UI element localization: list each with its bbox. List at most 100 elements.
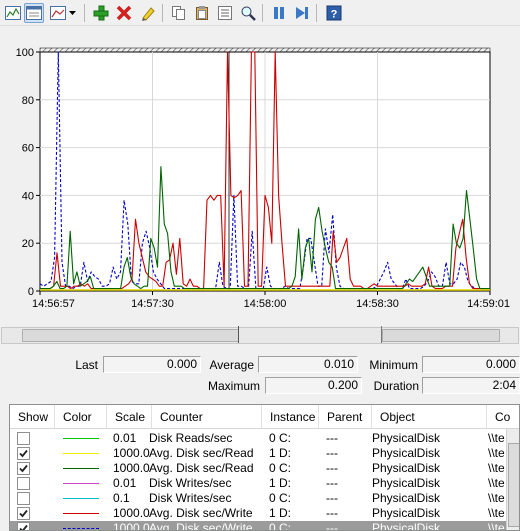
counter-list-header: Show Color Scale Counter Instance Parent… [10, 405, 519, 429]
zoom-icon [241, 6, 256, 21]
column-scale[interactable]: Scale [107, 405, 152, 429]
average-label: Average [209, 358, 254, 372]
help-button[interactable]: ? [324, 3, 344, 23]
checkmark-icon [19, 449, 28, 458]
time-range-scrollbar[interactable] [1, 326, 519, 344]
scale-cell: 0.01 [113, 476, 137, 490]
object-cell: PhysicalDisk [372, 506, 441, 520]
counter-row[interactable]: 1000.0 Avg. Disk sec/Write 1 D: --- Physical… [10, 506, 519, 521]
y-tick-label: 80 [22, 95, 34, 107]
properties-button[interactable] [215, 3, 235, 23]
x-tick-label: 14:58:00 [244, 298, 287, 310]
object-cell: PhysicalDisk [372, 521, 441, 531]
counter-list-scrollbar[interactable] [506, 429, 519, 530]
svg-text:?: ? [331, 9, 338, 21]
chevron-down-icon [68, 11, 76, 15]
scale-cell: 0.1 [113, 491, 130, 505]
parent-cell: --- [326, 476, 338, 490]
show-checkbox[interactable] [17, 507, 30, 520]
paste-icon [196, 6, 208, 20]
line-graph-icon [5, 6, 21, 20]
checkmark-icon [19, 509, 28, 518]
instance-cell: 0 C: [269, 521, 292, 531]
scale-cell: 1000.0 [113, 446, 150, 460]
column-instance[interactable]: Instance [262, 405, 319, 429]
highlight-button[interactable] [138, 3, 158, 23]
color-swatch [63, 453, 99, 454]
counter-cell: Disk Reads/sec [149, 431, 233, 445]
column-object[interactable]: Object [372, 405, 487, 429]
parent-cell: --- [326, 521, 338, 531]
view-current-activity-button[interactable] [3, 3, 23, 23]
delete-counter-button[interactable] [114, 3, 134, 23]
time-range-start-handle[interactable] [22, 329, 239, 342]
computer-cell: \\te [488, 506, 505, 520]
parent-cell: --- [326, 506, 338, 520]
maximum-value: 0.200 [265, 377, 362, 394]
show-checkbox[interactable] [17, 522, 30, 530]
column-parent[interactable]: Parent [319, 405, 372, 429]
instance-cell: 0 C: [269, 491, 292, 505]
show-checkbox[interactable] [17, 432, 30, 445]
scale-cell: 1000.0 [113, 506, 150, 520]
column-counter[interactable]: Counter [152, 405, 262, 429]
object-cell: PhysicalDisk [372, 491, 441, 505]
graph-type-icon [50, 6, 66, 20]
copy-icon [172, 6, 185, 20]
line-chart: 0 20 40 60 80 100 14:56:57 14:57:30 14:58:00 14:5… [16, 47, 510, 310]
counter-row[interactable]: 0.01 Disk Writes/sec 1 D: --- PhysicalDisk \\… [10, 476, 519, 491]
last-value: 0.000 [103, 356, 201, 373]
y-tick-label: 100 [16, 47, 34, 59]
counter-row[interactable]: 0.01 Disk Reads/sec 0 C: --- PhysicalDisk \\t… [10, 431, 519, 446]
show-checkbox[interactable] [17, 477, 30, 490]
column-show[interactable]: Show [10, 405, 55, 429]
scale-cell: 1000.0 [113, 461, 150, 475]
view-log-data-button[interactable] [24, 3, 44, 23]
computer-cell: \\te [488, 446, 505, 460]
counter-row[interactable]: 1000.0 Avg. Disk sec/Write 0 C: --- Physical… [10, 521, 519, 531]
time-range-end-handle[interactable] [382, 329, 500, 342]
maximum-label: Maximum [207, 379, 260, 393]
show-checkbox[interactable] [17, 492, 30, 505]
show-checkbox[interactable] [17, 462, 30, 475]
object-cell: PhysicalDisk [372, 461, 441, 475]
add-counter-button[interactable] [91, 3, 111, 23]
column-color[interactable]: Color [55, 405, 107, 429]
freeze-display-button[interactable] [269, 3, 289, 23]
y-tick-label: 20 [22, 238, 34, 250]
log-data-icon [26, 6, 42, 20]
zoom-button[interactable] [238, 3, 258, 23]
counter-list: Show Color Scale Counter Instance Parent… [9, 404, 520, 531]
time-range-start-marker[interactable] [238, 326, 239, 343]
update-data-button[interactable] [292, 3, 312, 23]
counter-row[interactable]: 1000.0 Avg. Disk sec/Read 1 D: --- PhysicalD… [10, 446, 519, 461]
counter-row[interactable]: 1000.0 Avg. Disk sec/Read 0 C: --- PhysicalD… [10, 461, 519, 476]
counter-row[interactable]: 0.1 Disk Writes/sec 0 C: --- PhysicalDisk \\t… [10, 491, 519, 506]
object-cell: PhysicalDisk [372, 476, 441, 490]
paste-counter-list-button[interactable] [192, 3, 212, 23]
x-tick-label: 14:58:30 [356, 298, 399, 310]
color-swatch [63, 483, 99, 484]
performance-graph: 0 20 40 60 80 100 14:56:57 14:57:30 14:58:00 14:5… [0, 26, 520, 316]
change-graph-type-button[interactable] [48, 3, 68, 23]
counter-cell: Disk Writes/sec [149, 476, 232, 490]
copy-properties-button[interactable] [169, 3, 189, 23]
object-cell: PhysicalDisk [372, 431, 441, 445]
column-computer[interactable]: Co [487, 405, 519, 429]
computer-cell: \\te [488, 521, 505, 531]
duration-value: 2:04 [422, 377, 520, 394]
color-swatch [63, 498, 99, 499]
checkmark-icon [19, 524, 28, 530]
counter-cell: Avg. Disk sec/Write [149, 521, 253, 531]
show-checkbox[interactable] [17, 447, 30, 460]
parent-cell: --- [326, 431, 338, 445]
computer-cell: \\te [488, 491, 505, 505]
graph-type-dropdown[interactable] [66, 3, 78, 23]
counter-list-scroll-thumb[interactable] [508, 443, 519, 527]
step-forward-icon [296, 7, 308, 19]
color-swatch [63, 513, 99, 514]
parent-cell: --- [326, 461, 338, 475]
counter-cell: Avg. Disk sec/Read [149, 446, 254, 460]
x-tick-label: 14:57:30 [131, 298, 174, 310]
parent-cell: --- [326, 446, 338, 460]
